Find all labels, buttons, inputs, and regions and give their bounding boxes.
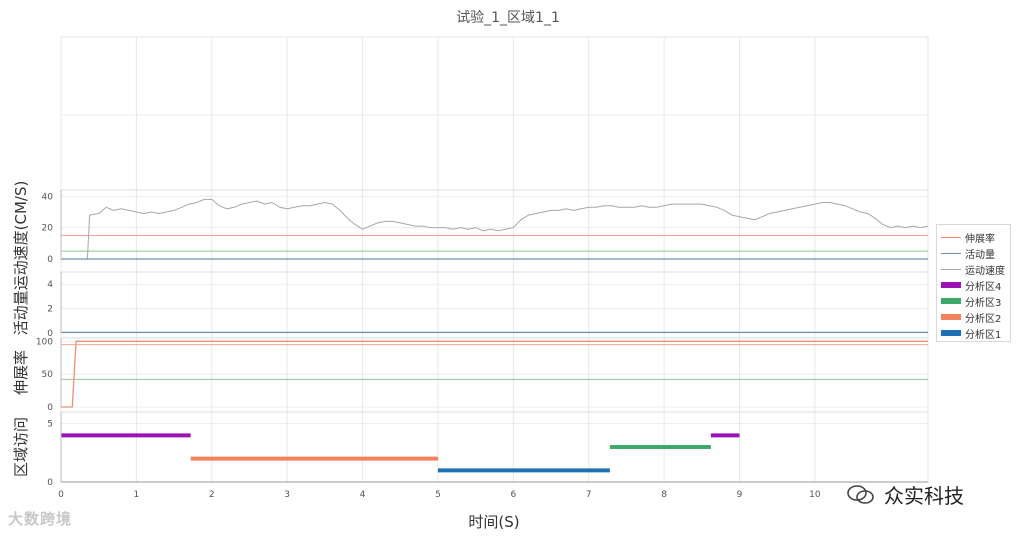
legend-item: 分析区4	[941, 277, 1010, 293]
y-axis-label: 活动量运动速度(CM/S)	[12, 181, 30, 336]
y-tick-label: 2	[47, 305, 53, 315]
y-tick-label: 0	[47, 255, 53, 265]
legend-label: 分析区2	[965, 313, 1002, 325]
x-tick-label: 4	[360, 490, 366, 500]
y-tick-label: 20	[42, 224, 54, 234]
legend-label: 分析区1	[965, 329, 1002, 341]
legend-swatch	[941, 330, 961, 336]
watermark-left: 大数跨境	[8, 508, 72, 529]
y-axis-label: 区域访问	[12, 417, 30, 477]
legend-item: 活动量	[941, 245, 1010, 261]
series	[61, 198, 929, 473]
legend-swatch	[941, 252, 961, 254]
legend-swatch	[941, 268, 961, 270]
y-tick-label: 40	[42, 192, 54, 202]
y-axis-label: 伸展率	[12, 350, 30, 395]
watermark-right-text: 众实科技	[884, 484, 964, 508]
legend-label: 活动量	[965, 249, 995, 261]
legend-swatch	[941, 282, 961, 288]
y-tick-label: 100	[36, 337, 53, 347]
x-tick-label: 7	[586, 490, 592, 500]
x-tick-label: 6	[510, 490, 516, 500]
chart-title: 试验_1_区域1_1	[456, 10, 560, 26]
x-tick-label: 10	[809, 490, 821, 500]
series-line	[61, 198, 929, 260]
legend-label: 运动速度	[965, 265, 1005, 277]
y-tick-label: 0	[47, 478, 53, 488]
legend-swatch	[941, 314, 961, 320]
legend-item: 分析区1	[941, 325, 1010, 341]
legend-item: 分析区2	[941, 309, 1010, 325]
legend-label: 伸展率	[965, 233, 995, 245]
x-tick-label: 0	[58, 490, 64, 500]
legend: 伸展率活动量运动速度分析区4 分析区3 分析区2 分析区1	[936, 224, 1011, 342]
x-tick-label: 5	[435, 490, 441, 500]
legend-item: 运动速度	[941, 261, 1010, 277]
x-axis-label: 时间(S)	[468, 513, 519, 531]
x-tick-label: 3	[284, 490, 290, 500]
legend-item: 伸展率	[941, 229, 1010, 245]
x-tick-label: 9	[737, 490, 743, 500]
x-tick-label: 8	[661, 490, 667, 500]
wechat-icon	[847, 484, 874, 504]
y-tick-label: 0	[47, 403, 53, 413]
watermark-left-text: 大数跨境	[8, 510, 73, 528]
watermark-right: 众实科技	[846, 480, 964, 509]
chart: 试验_1_区域1_1 0 1 2 3 4 5 6 7 8 9 1002040024活动量运动速度(C…	[12, 10, 929, 531]
x-tick-label: 1	[134, 490, 140, 500]
y-tick-label: 4	[47, 280, 53, 290]
y-tick-label: 5	[47, 420, 53, 430]
legend-swatch	[941, 236, 961, 238]
legend-item: 分析区3	[941, 293, 1010, 309]
legend-label: 分析区4	[965, 281, 1002, 293]
y-tick-label: 50	[42, 370, 54, 380]
legend-swatch	[941, 298, 961, 304]
legend-label: 分析区3	[965, 297, 1002, 309]
x-tick-label: 2	[209, 490, 215, 500]
